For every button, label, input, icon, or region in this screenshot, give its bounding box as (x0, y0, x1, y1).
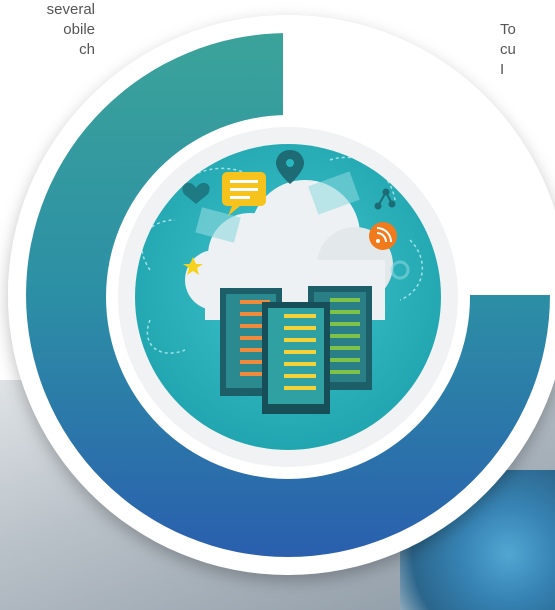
cloud-server-ring-graphic (8, 15, 555, 575)
server-rack-center (262, 302, 330, 414)
rss-icon (369, 222, 397, 250)
